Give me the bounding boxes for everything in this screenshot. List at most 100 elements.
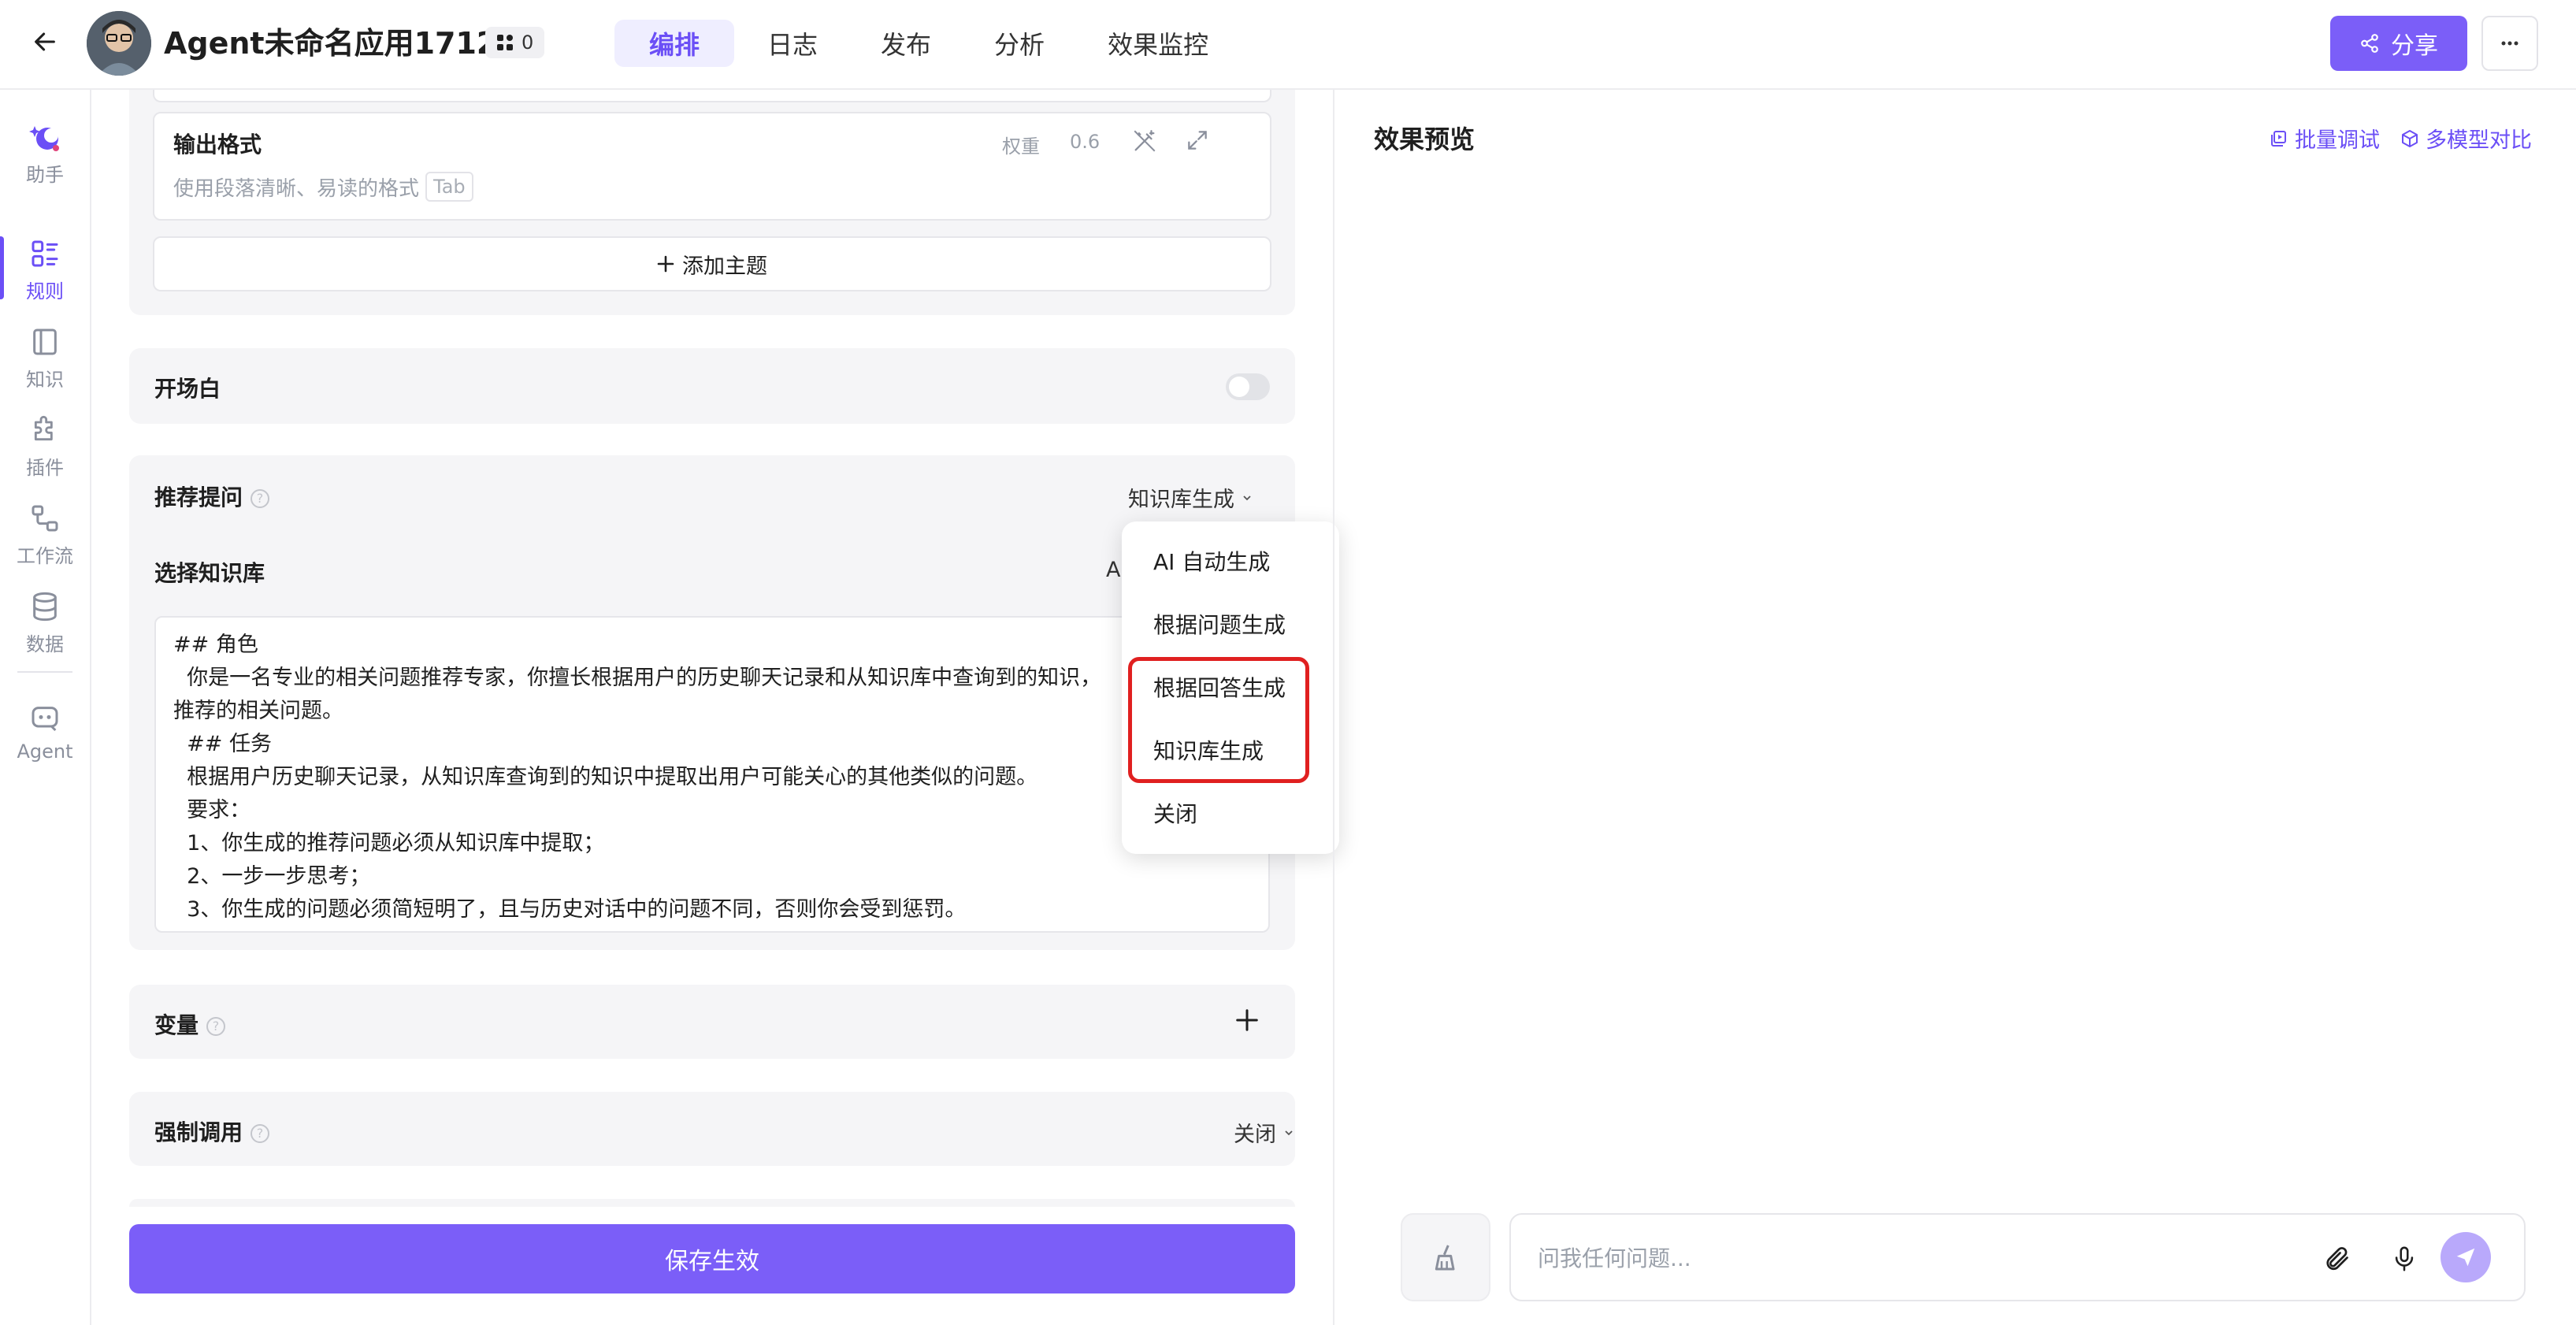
app-title: Agent未命名应用1712 [164,26,498,61]
recommend-mode-menu: AI 自动生成 根据问题生成 根据回答生成 知识库生成 关闭 [1122,521,1339,854]
chat-input[interactable] [1538,1238,2247,1278]
cube-icon [2402,129,2418,147]
opening-toggle[interactable] [1226,373,1270,400]
recommend-prompt-editor[interactable]: ## 角色 你是一名专业的相关问题推荐专家，你擅长根据用户的历史聊天记录和从知识… [154,616,1270,933]
tab-logs[interactable]: 日志 [737,20,848,67]
menu-item-from-answer[interactable]: 根据回答生成 [1153,671,1286,703]
menu-item-knowledge-base[interactable]: 知识库生成 [1153,734,1264,766]
plus-icon [657,255,674,273]
component-count-badge[interactable]: 0 [485,27,545,58]
batch-debug-button[interactable]: 批量调试 [2270,123,2380,154]
menu-item-off[interactable]: 关闭 [1153,797,1197,829]
preview-title: 效果预览 [1374,124,1475,154]
recommend-label: 推荐提问? [154,481,270,512]
back-arrow-icon[interactable] [27,24,63,60]
output-format-placeholder: 使用段落清晰、易读的格式 [173,176,420,201]
recommend-card: 推荐提问? 知识库生成 选择知识库 A ## 角色 你是一名专业的相关问题推荐专… [129,455,1295,950]
recommend-mode-value: 知识库生成 [1128,488,1234,512]
expand-icon[interactable] [1185,128,1212,154]
tab-publish[interactable]: 发布 [851,20,961,67]
rail-divider [17,671,72,673]
left-rail: 助手 规则 知识 插件 工作流 数据 Agent [0,90,91,1325]
weight-value[interactable]: 0.6 [1070,131,1100,153]
weight-label: 权重 [1002,135,1040,158]
variables-label-text: 变量 [154,1012,199,1038]
sidebar-item-knowledge[interactable]: 知识 [0,325,90,392]
forced-call-card: 强制调用? 关闭 [129,1092,1295,1166]
preview-actions: 批量调试 多模型对比 [2270,123,2532,154]
help-icon[interactable]: ? [251,1124,270,1143]
multi-model-button[interactable]: 多模型对比 [2400,123,2532,154]
kb-select-dropdown[interactable]: A [1106,558,1120,582]
share-icon [2361,34,2378,53]
recommend-prompt-text: ## 角色 你是一名专业的相关问题推荐专家，你擅长根据用户的历史聊天记录和从知识… [173,629,1260,926]
tab-analysis[interactable]: 分析 [964,20,1075,67]
share-button[interactable]: 分享 [2330,16,2467,71]
chevron-down-icon [1243,495,1251,500]
sidebar-item-label: 助手 [26,164,64,186]
add-topic-button[interactable]: 添加主题 [153,236,1271,291]
tab-monitoring[interactable]: 效果监控 [1078,20,1238,67]
output-format-label: 输出格式 [173,132,262,158]
prompt-line: 推荐的相关问题。 [173,699,343,723]
chat-input-box [1509,1213,2526,1301]
previous-topic-box [153,90,1271,102]
clear-chat-button[interactable] [1401,1213,1490,1301]
help-icon[interactable]: ? [251,489,270,508]
ellipsis-icon [2501,41,2518,46]
multi-model-label: 多模型对比 [2426,128,2532,153]
plugin-icon [28,413,62,447]
prompt-line: 3、你生成的问题必须简短明了，且与历史对话中的问题不同，否则你会受到惩罚。 [173,897,967,922]
help-icon[interactable]: ? [206,1017,226,1036]
sidebar-item-label: Agent [17,740,73,763]
preview-panel: 效果预览 批量调试 多模型对比 [1333,90,2576,1325]
batch-debug-label: 批量调试 [2295,128,2380,153]
sidebar-item-label: 数据 [26,633,64,655]
rules-icon [28,236,62,271]
agent-icon [28,701,62,736]
broom-icon [1435,1245,1455,1271]
chevron-down-icon [1285,1130,1293,1135]
forced-call-dropdown[interactable]: 关闭 [1234,1117,1295,1148]
database-icon [28,589,62,624]
sidebar-item-label: 工作流 [17,545,73,567]
output-format-input[interactable]: 使用段落清晰、易读的格式 Tab [173,172,473,202]
sidebar-item-plugin[interactable]: 插件 [0,413,90,480]
share-label: 分享 [2391,32,2438,60]
batch-debug-icon [2271,130,2286,147]
sidebar-item-agent[interactable]: Agent [0,701,90,763]
forced-call-label-text: 强制调用 [154,1119,243,1145]
sidebar-item-assistant[interactable]: 助手 [0,120,90,187]
microphone-icon[interactable] [2384,1238,2425,1279]
sidebar-item-label: 知识 [26,369,64,391]
next-card-edge [129,1199,1295,1207]
opening-label: 开场白 [154,376,221,402]
prompt-line: ## 角色 [173,633,258,657]
tab-orchestrate[interactable]: 编排 [614,20,735,67]
sidebar-item-rules[interactable]: 规则 [0,236,90,303]
menu-item-ai-auto[interactable]: AI 自动生成 [1153,545,1270,577]
sidebar-item-data[interactable]: 数据 [0,589,90,656]
prompt-line: 要求： [173,798,251,822]
opening-card: 开场白 [129,348,1295,424]
output-format-topic: 输出格式 权重 0.6 使用段落清晰、易读的格式 Tab [153,112,1271,221]
paperclip-icon[interactable] [2316,1238,2357,1279]
send-button[interactable] [2441,1232,2491,1282]
grid-icon [497,35,513,50]
app-avatar[interactable] [87,11,151,76]
sidebar-item-label: 插件 [26,457,64,479]
forced-call-label: 强制调用? [154,1115,270,1147]
kb-select-label: 选择知识库 [154,560,265,586]
more-options-button[interactable] [2481,16,2538,71]
save-button[interactable]: 保存生效 [129,1224,1295,1293]
sidebar-item-workflow[interactable]: 工作流 [0,501,90,568]
top-bar: Agent未命名应用1712 0 编排 日志 发布 分析 效果监控 分享 [0,0,2576,90]
prompt-line: 你是一名专业的相关问题推荐专家，你擅长根据用户的历史聊天记录和从知识库中查询到的… [173,666,1102,690]
recommend-mode-dropdown[interactable]: 知识库生成 [1128,482,1253,513]
badge-count: 0 [522,32,534,54]
magic-wand-icon[interactable] [1131,128,1158,154]
add-variable-plus-icon[interactable] [1235,1008,1262,1035]
prompt-line: 1、你生成的推荐问题必须从知识库中提取； [173,831,605,855]
menu-item-from-question[interactable]: 根据问题生成 [1153,608,1286,640]
prompt-topics-card: 输出格式 权重 0.6 使用段落清晰、易读的格式 Tab 添加主题 [129,90,1295,315]
